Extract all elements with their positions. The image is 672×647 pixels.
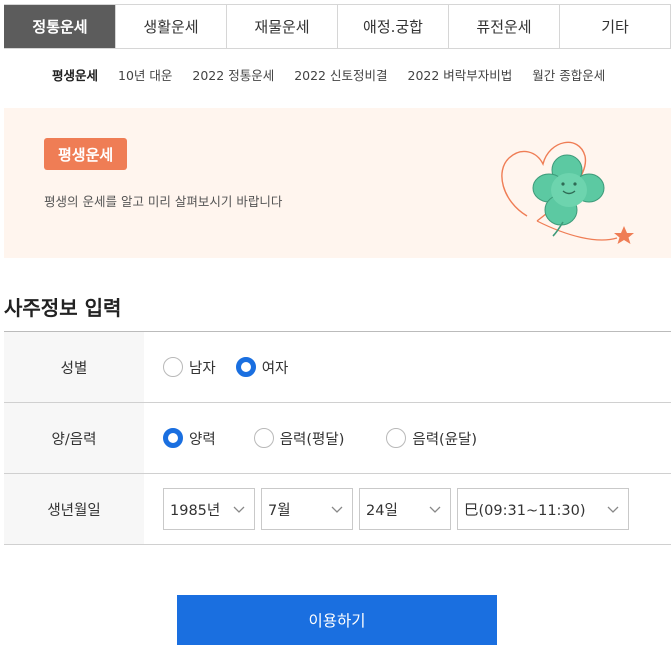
banner-badge: 평생운세 <box>44 138 128 170</box>
year-value: 1985년 <box>170 502 221 519</box>
calendar-label: 양/음력 <box>4 403 144 473</box>
radio-label: 음력(평달) <box>279 431 345 448</box>
radio-male[interactable]: 남자 <box>163 357 216 378</box>
radio-label: 여자 <box>261 360 289 377</box>
radio-label: 양력 <box>189 431 216 448</box>
sub-nav-lifetime-fortune[interactable]: 평생운세 <box>52 65 98 84</box>
radio-label: 음력(윤달) <box>412 431 478 448</box>
radio-circle[interactable] <box>235 357 256 377</box>
radio-female[interactable]: 여자 <box>235 357 289 378</box>
section-title: 사주정보 입력 <box>4 296 122 320</box>
sub-navigation: 평생운세 10년 대운 2022 정통운세 2022 신토정비결 2022 벼락… <box>52 64 625 84</box>
day-select[interactable]: 24일 <box>359 488 451 530</box>
tab-etc[interactable]: 기타 <box>559 5 670 48</box>
sub-nav-10-year-fortune[interactable]: 10년 대운 <box>118 65 172 84</box>
tab-fusion-fortune[interactable]: 퓨전운세 <box>448 5 559 48</box>
banner-description: 평생의 운세를 알고 미리 살펴보시기 바랍니다 <box>44 194 283 209</box>
birth-label: 생년월일 <box>4 474 144 544</box>
radio-lunar-leap[interactable]: 음력(윤달) <box>386 428 477 449</box>
chevron-down-icon <box>233 506 245 513</box>
birth-row: 생년월일 1985년 7월 24일 巳(09:31~11:30) <box>4 474 671 545</box>
saju-input-form: 성별 남자 여자 양/음력 양력 음력(평달) 음력(윤달) 생년월일 1985… <box>4 331 671 545</box>
radio-solar[interactable]: 양력 <box>163 428 216 449</box>
hour-select[interactable]: 巳(09:31~11:30) <box>457 488 629 530</box>
submit-button[interactable]: 이용하기 <box>177 595 497 645</box>
radio-circle[interactable] <box>386 428 407 448</box>
sub-nav-monthly-fortune[interactable]: 월간 종합운세 <box>532 65 605 84</box>
tab-love-compatibility[interactable]: 애정.궁합 <box>337 5 448 48</box>
month-select[interactable]: 7월 <box>261 488 353 530</box>
sub-nav-2022-wealth-secret[interactable]: 2022 벼락부자비법 <box>408 65 513 84</box>
gender-row: 성별 남자 여자 <box>4 332 671 403</box>
tab-traditional-fortune[interactable]: 정통운세 <box>4 5 115 48</box>
calendar-row: 양/음력 양력 음력(평달) 음력(윤달) <box>4 403 671 474</box>
day-value: 24일 <box>366 502 398 519</box>
chevron-down-icon <box>429 506 441 513</box>
calendar-options: 양력 음력(평달) 음력(윤달) <box>144 403 671 473</box>
chevron-down-icon <box>331 506 343 513</box>
radio-circle[interactable] <box>163 357 183 377</box>
gender-options: 남자 여자 <box>144 332 671 402</box>
gender-label: 성별 <box>4 332 144 402</box>
tab-wealth-fortune[interactable]: 재물운세 <box>226 5 337 48</box>
month-value: 7월 <box>268 502 291 519</box>
birth-selects: 1985년 7월 24일 巳(09:31~11:30) <box>144 474 671 544</box>
sub-nav-2022-traditional[interactable]: 2022 정통운세 <box>192 65 274 84</box>
heart-clover-character-icon <box>501 141 634 244</box>
year-select[interactable]: 1985년 <box>163 488 255 530</box>
sub-nav-2022-tojeong[interactable]: 2022 신토정비결 <box>294 65 387 84</box>
chevron-down-icon <box>607 506 619 513</box>
tab-life-fortune[interactable]: 생활운세 <box>115 5 226 48</box>
top-category-tabs: 정통운세 생활운세 재물운세 애정.궁합 퓨전운세 기타 <box>4 4 671 49</box>
radio-circle[interactable] <box>253 428 274 448</box>
radio-label: 남자 <box>189 360 216 377</box>
radio-circle[interactable] <box>163 428 183 448</box>
radio-lunar-normal[interactable]: 음력(평달) <box>253 428 345 449</box>
hour-value: 巳(09:31~11:30) <box>464 502 586 519</box>
banner: 평생운세 평생의 운세를 알고 미리 살펴보시기 바랍니다 <box>4 108 671 258</box>
